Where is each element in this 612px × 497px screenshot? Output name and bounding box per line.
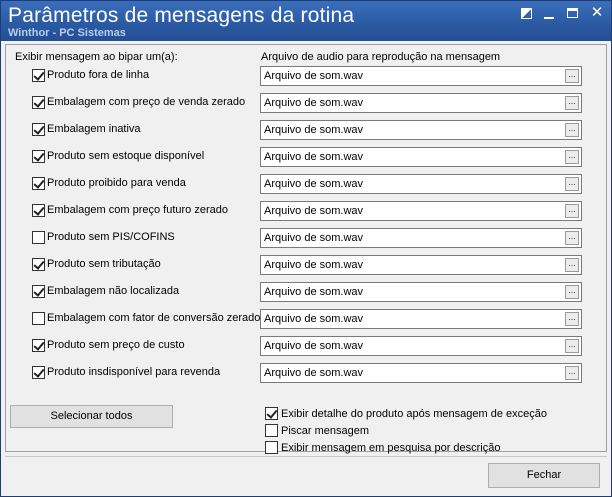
option-item: Exibir mensagem em pesquisa por descriçã… bbox=[264, 440, 604, 457]
option-label[interactable]: Piscar mensagem bbox=[281, 425, 369, 437]
close-icon[interactable]: ✕ bbox=[590, 5, 604, 21]
message-checkbox[interactable] bbox=[32, 339, 45, 352]
minimize-icon[interactable] bbox=[542, 7, 556, 21]
message-checkbox[interactable] bbox=[32, 204, 45, 217]
message-checkbox[interactable] bbox=[32, 96, 45, 109]
list-item: Embalagem com fator de conversão zerado A… bbox=[0, 309, 612, 329]
audio-file-value: Arquivo de som.wav bbox=[264, 178, 364, 190]
message-column-header: Exibir mensagem ao bipar um(a): bbox=[15, 51, 178, 63]
message-label[interactable]: Produto insdisponível para revenda bbox=[47, 366, 220, 378]
message-checkbox[interactable] bbox=[32, 366, 45, 379]
audio-file-value: Arquivo de som.wav bbox=[264, 232, 364, 244]
browse-file-button[interactable]: ... bbox=[565, 258, 579, 272]
message-label[interactable]: Embalagem com fator de conversão zerado bbox=[47, 312, 260, 324]
maximize-icon[interactable] bbox=[566, 7, 580, 21]
message-label[interactable]: Embalagem com preço de venda zerado bbox=[47, 96, 245, 108]
message-label[interactable]: Produto sem preço de custo bbox=[47, 339, 185, 351]
audio-file-value: Arquivo de som.wav bbox=[264, 70, 364, 82]
option-checkbox[interactable] bbox=[265, 407, 278, 420]
message-checkbox[interactable] bbox=[32, 123, 45, 136]
audio-file-value: Arquivo de som.wav bbox=[264, 124, 364, 136]
list-item: Produto proibido para venda Arquivo de so… bbox=[0, 174, 612, 194]
browse-file-button[interactable]: ... bbox=[565, 69, 579, 83]
option-checkbox[interactable] bbox=[265, 424, 278, 437]
list-item: Produto insdisponível para revenda Arquiv… bbox=[0, 363, 612, 383]
audio-file-value: Arquivo de som.wav bbox=[264, 151, 364, 163]
browse-file-button[interactable]: ... bbox=[565, 312, 579, 326]
audio-file-field[interactable]: Arquivo de som.wav... bbox=[260, 147, 582, 167]
browse-file-button[interactable]: ... bbox=[565, 96, 579, 110]
list-item: Embalagem não localizada Arquivo de som.w… bbox=[0, 282, 612, 302]
close-button[interactable]: Fechar bbox=[488, 463, 600, 488]
list-item: Produto sem tributação Arquivo de som.wav… bbox=[0, 255, 612, 275]
audio-file-value: Arquivo de som.wav bbox=[264, 205, 364, 217]
message-checkbox[interactable] bbox=[32, 150, 45, 163]
message-label[interactable]: Embalagem com preço futuro zerado bbox=[47, 204, 228, 216]
audio-column-header: Arquivo de audio para reprodução na mens… bbox=[261, 51, 501, 63]
browse-file-button[interactable]: ... bbox=[565, 204, 579, 218]
message-label[interactable]: Produto fora de linha bbox=[47, 69, 149, 81]
list-item: Produto sem estoque disponível Arquivo de… bbox=[0, 147, 612, 167]
list-item: Embalagem com preço de venda zerado Arqui… bbox=[0, 93, 612, 113]
browse-file-button[interactable]: ... bbox=[565, 231, 579, 245]
list-item: Produto fora de linha Arquivo de som.wav.… bbox=[0, 66, 612, 86]
audio-file-field[interactable]: Arquivo de som.wav... bbox=[260, 93, 582, 113]
window-subtitle: Winthor - PC Sistemas bbox=[8, 27, 126, 39]
audio-file-field[interactable]: Arquivo de som.wav... bbox=[260, 309, 582, 329]
browse-file-button[interactable]: ... bbox=[565, 339, 579, 353]
message-checkbox[interactable] bbox=[32, 69, 45, 82]
audio-file-field[interactable]: Arquivo de som.wav... bbox=[260, 120, 582, 140]
audio-file-value: Arquivo de som.wav bbox=[264, 313, 364, 325]
list-item: Embalagem inativa Arquivo de som.wav... bbox=[0, 120, 612, 140]
help-icon[interactable] bbox=[520, 7, 534, 21]
audio-file-value: Arquivo de som.wav bbox=[264, 367, 364, 379]
audio-file-field[interactable]: Arquivo de som.wav... bbox=[260, 282, 582, 302]
message-label[interactable]: Produto sem PIS/COFINS bbox=[47, 231, 175, 243]
audio-file-field[interactable]: Arquivo de som.wav... bbox=[260, 174, 582, 194]
audio-file-value: Arquivo de som.wav bbox=[264, 259, 364, 271]
message-checkbox[interactable] bbox=[32, 258, 45, 271]
message-label[interactable]: Produto sem tributação bbox=[47, 258, 161, 270]
message-label[interactable]: Produto sem estoque disponível bbox=[47, 150, 204, 162]
title-bar[interactable]: Parâmetros de mensagens da rotina Wintho… bbox=[1, 1, 611, 41]
audio-file-field[interactable]: Arquivo de som.wav... bbox=[260, 336, 582, 356]
browse-file-button[interactable]: ... bbox=[565, 366, 579, 380]
audio-file-field[interactable]: Arquivo de som.wav... bbox=[260, 66, 582, 86]
message-checkbox[interactable] bbox=[32, 312, 45, 325]
message-label[interactable]: Embalagem inativa bbox=[47, 123, 141, 135]
browse-file-button[interactable]: ... bbox=[565, 150, 579, 164]
browse-file-button[interactable]: ... bbox=[565, 123, 579, 137]
option-label[interactable]: Exibir detalhe do produto após mensagem … bbox=[281, 408, 547, 420]
list-item: Produto sem PIS/COFINS Arquivo de som.wav… bbox=[0, 228, 612, 248]
list-item: Produto sem preço de custo Arquivo de som… bbox=[0, 336, 612, 356]
audio-file-field[interactable]: Arquivo de som.wav... bbox=[260, 255, 582, 275]
option-item: Exibir detalhe do produto após mensagem … bbox=[264, 406, 604, 423]
option-item: Piscar mensagem bbox=[264, 423, 604, 440]
audio-file-field[interactable]: Arquivo de som.wav... bbox=[260, 363, 582, 383]
audio-file-value: Arquivo de som.wav bbox=[264, 340, 364, 352]
window-title: Parâmetros de mensagens da rotina bbox=[8, 4, 355, 27]
audio-file-field[interactable]: Arquivo de som.wav... bbox=[260, 228, 582, 248]
browse-file-button[interactable]: ... bbox=[565, 177, 579, 191]
audio-file-field[interactable]: Arquivo de som.wav... bbox=[260, 201, 582, 221]
browse-file-button[interactable]: ... bbox=[565, 285, 579, 299]
message-checkbox[interactable] bbox=[32, 177, 45, 190]
message-label[interactable]: Embalagem não localizada bbox=[47, 285, 179, 297]
option-label[interactable]: Exibir mensagem em pesquisa por descriçã… bbox=[281, 442, 501, 454]
option-checkbox[interactable] bbox=[265, 441, 278, 454]
message-label[interactable]: Produto proibido para venda bbox=[47, 177, 186, 189]
message-checkbox[interactable] bbox=[32, 285, 45, 298]
message-checkbox[interactable] bbox=[32, 231, 45, 244]
audio-file-value: Arquivo de som.wav bbox=[264, 286, 364, 298]
select-all-button[interactable]: Selecionar todos bbox=[10, 405, 173, 428]
audio-file-value: Arquivo de som.wav bbox=[264, 97, 364, 109]
list-item: Embalagem com preço futuro zerado Arquivo… bbox=[0, 201, 612, 221]
